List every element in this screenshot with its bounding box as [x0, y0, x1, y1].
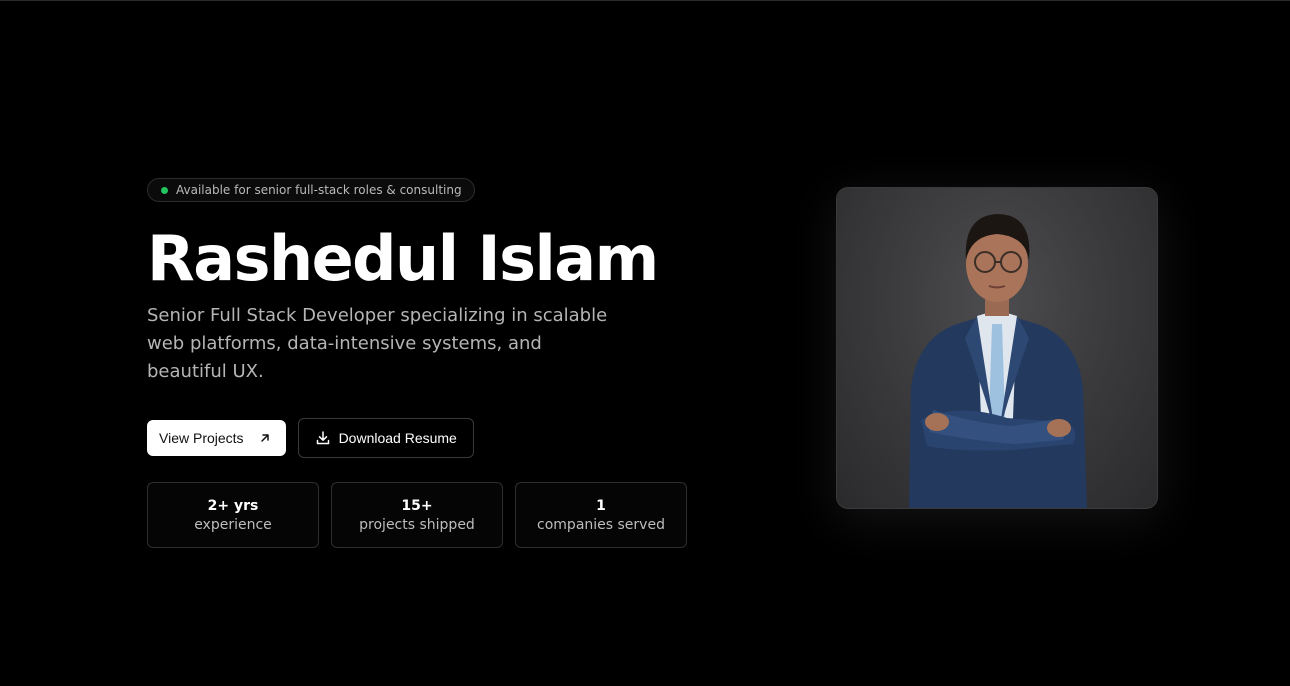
stat-card-projects: 15+ projects shipped: [331, 482, 503, 548]
stats-row: 2+ yrs experience 15+ projects shipped 1…: [147, 482, 707, 548]
hero-subtitle: Senior Full Stack Developer specializing…: [147, 305, 608, 382]
stat-label: projects shipped: [359, 516, 475, 533]
top-divider: [0, 0, 1290, 1]
stat-card-companies: 1 companies served: [515, 482, 687, 548]
arrow-up-right-icon: [258, 431, 272, 445]
availability-text: Available for senior full-stack roles & …: [176, 183, 462, 197]
status-dot-icon: [161, 186, 168, 194]
hero-actions: View Projects Download Resume: [147, 418, 707, 458]
download-resume-label: Download Resume: [338, 430, 457, 446]
stat-value: 1: [596, 497, 606, 514]
stat-value: 2+ yrs: [207, 497, 259, 514]
view-projects-label: View Projects: [159, 430, 244, 446]
stat-value: 15+: [401, 497, 433, 514]
hero-name: Rashedul Islam: [147, 222, 659, 295]
stat-card-experience: 2+ yrs experience: [147, 482, 319, 548]
stat-label: experience: [194, 516, 272, 533]
download-icon: [315, 430, 331, 446]
portrait-illustration: [909, 214, 1087, 508]
download-resume-button[interactable]: Download Resume: [297, 418, 474, 458]
profile-photo: [836, 187, 1158, 509]
availability-badge: Available for senior full-stack roles & …: [147, 178, 475, 202]
stat-label: companies served: [537, 516, 665, 533]
view-projects-button[interactable]: View Projects: [147, 420, 286, 456]
hero-section: Available for senior full-stack roles & …: [147, 178, 707, 548]
